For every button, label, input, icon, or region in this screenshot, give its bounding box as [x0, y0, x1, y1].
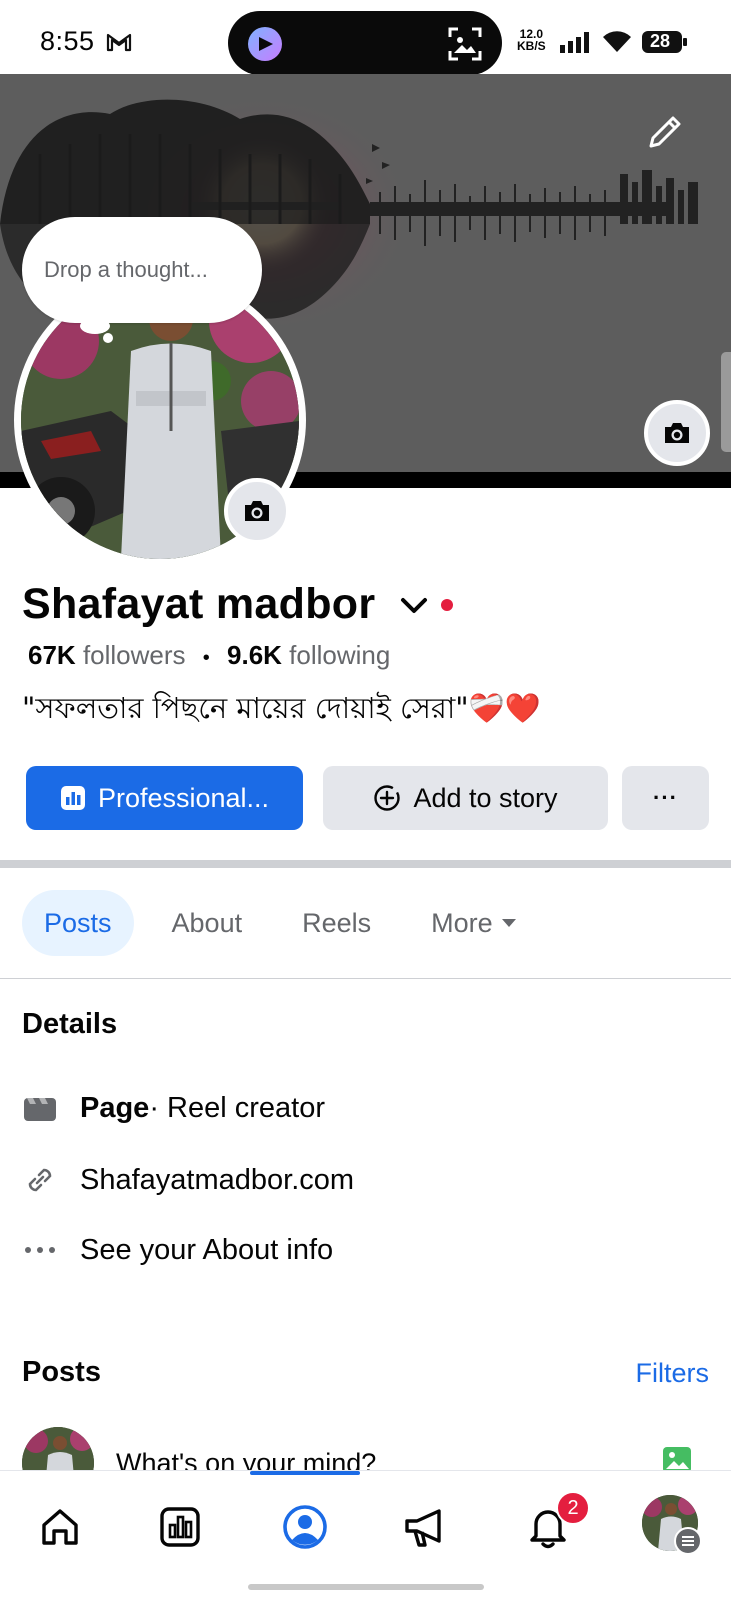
dynamic-island	[228, 11, 502, 75]
detail-website-text[interactable]: Shafayatmadbor.com	[80, 1164, 354, 1197]
battery-icon: 28	[641, 29, 689, 55]
following-label: following	[289, 640, 391, 670]
followers-count: 67K	[28, 640, 76, 670]
add-circle-icon	[374, 785, 401, 811]
details-heading: Details	[22, 1008, 118, 1040]
section-divider	[0, 860, 731, 868]
tabs-divider	[0, 978, 731, 979]
battery-level: 28	[650, 31, 671, 51]
profile-bio: "সফলতার পিছনে মায়ের দোয়াই সেরা"❤️‍🩹❤️	[22, 691, 541, 725]
nav-scroll-indicator	[250, 1471, 360, 1475]
home-indicator[interactable]	[248, 1584, 484, 1590]
profile-tabs: Posts About Reels More	[22, 890, 555, 956]
tab-about[interactable]: About	[150, 890, 265, 956]
dashboard-icon	[60, 786, 85, 810]
add-to-story-button[interactable]: Add to story	[323, 766, 608, 830]
nav-home[interactable]	[32, 1499, 88, 1555]
stats-separator: •	[202, 647, 210, 669]
detail-about-info-text: See your About info	[80, 1233, 334, 1266]
professional-dashboard-button[interactable]: Professional...	[26, 766, 303, 830]
tab-reels-label: Reels	[302, 907, 372, 938]
edit-cover-pencil-icon[interactable]	[643, 110, 687, 154]
more-horizontal-icon	[22, 1232, 58, 1268]
professional-label: Professional...	[97, 782, 270, 813]
thought-bubble-tail	[80, 318, 110, 334]
followers-label: followers	[82, 640, 186, 670]
clapperboard-icon	[22, 1090, 58, 1126]
notifications-badge: 2	[556, 1491, 590, 1525]
thought-placeholder: Drop a thought...	[44, 257, 208, 282]
dashboard-icon	[160, 1507, 200, 1547]
menu-hamburger-icon	[674, 1527, 702, 1555]
detail-page-category-text: · Reel creator	[149, 1091, 325, 1124]
detail-page-category: Page · Reel creator	[22, 1090, 325, 1126]
status-bar: 8:55 12.0 KB/S 28	[0, 0, 731, 75]
detail-website[interactable]: Shafayatmadbor.com	[22, 1162, 354, 1198]
more-options-button[interactable]: ···	[622, 766, 709, 830]
network-speed: 12.0 KB/S	[517, 28, 546, 52]
wifi-icon	[603, 31, 631, 52]
nav-ads[interactable]	[398, 1499, 454, 1555]
tab-more[interactable]: More	[409, 890, 539, 956]
following-count: 9.6K	[227, 640, 282, 670]
posts-heading: Posts	[22, 1356, 101, 1388]
profile-name-row: Shafayat madbor	[22, 580, 454, 629]
link-icon	[22, 1162, 58, 1198]
detail-page-label: Page	[80, 1091, 150, 1124]
edit-cover-photo-button[interactable]	[644, 400, 710, 466]
network-speed-unit: KB/S	[517, 39, 546, 53]
status-time: 8:55	[40, 26, 95, 56]
edit-profile-picture-button[interactable]	[224, 478, 290, 544]
bottom-navigation: 2	[0, 1470, 731, 1600]
thought-bubble[interactable]: Drop a thought...	[22, 217, 262, 323]
chevron-down-icon[interactable]	[397, 588, 431, 622]
tab-about-label: About	[171, 907, 243, 938]
profile-name: Shafayat madbor	[22, 580, 376, 628]
home-icon	[42, 1509, 78, 1545]
tab-reels[interactable]: Reels	[280, 890, 393, 956]
camera-icon	[245, 501, 269, 521]
cover-scroll-handle	[721, 352, 731, 452]
thought-bubble-tail-dot	[103, 333, 113, 343]
caret-down-icon	[501, 919, 516, 927]
tab-posts[interactable]: Posts	[22, 890, 134, 956]
filters-link[interactable]: Filters	[636, 1358, 710, 1389]
add-to-story-label: Add to story	[413, 782, 558, 813]
signal-icon	[560, 32, 589, 53]
profile-icon	[283, 1505, 327, 1549]
camera-icon	[665, 423, 689, 443]
tab-more-label: More	[431, 907, 493, 938]
more-dots-icon: ···	[653, 785, 678, 810]
tab-posts-label: Posts	[44, 907, 112, 938]
gmail-icon	[106, 33, 132, 52]
nav-dashboard[interactable]	[152, 1499, 208, 1555]
notification-dot	[441, 598, 454, 611]
megaphone-icon	[405, 1509, 441, 1547]
screenshot-icon	[448, 27, 482, 61]
app-activity-icon	[248, 27, 282, 61]
detail-about-info[interactable]: See your About info	[22, 1232, 333, 1268]
follower-stats[interactable]: 67K followers • 9.6K following	[28, 640, 390, 671]
nav-profile[interactable]	[277, 1499, 333, 1555]
